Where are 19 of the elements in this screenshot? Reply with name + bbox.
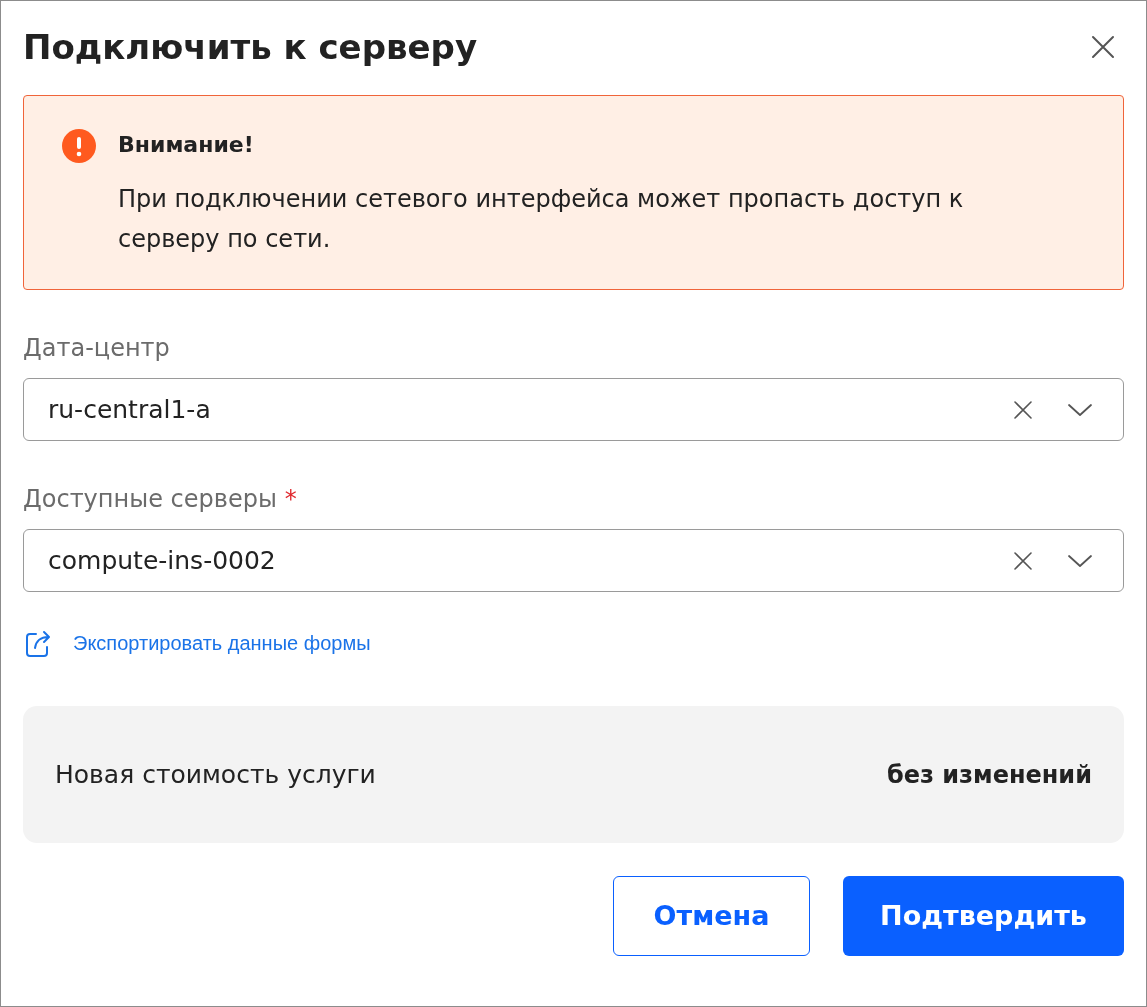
share-icon	[25, 628, 53, 658]
select-value: compute-ins-0002	[48, 544, 277, 577]
field-label: Доступные серверы	[23, 484, 277, 515]
confirm-button[interactable]: Подтвердить	[843, 876, 1124, 956]
export-link[interactable]: Экспортировать данные формы	[23, 628, 371, 658]
alert-text: При подключении сетевого интерфейса может пропасть доступ к серверу по сети.	[118, 184, 965, 255]
dialog-title: Подключить к серверу	[23, 25, 478, 69]
cost-value: без изменений	[886, 759, 1092, 791]
cost-label: Новая стоимость услуги	[55, 758, 376, 791]
select-field[interactable]: ru-central1-a	[23, 378, 1124, 441]
alert-title: Внимание!	[118, 131, 255, 159]
required-mark: *	[284, 484, 297, 515]
chevron-down-icon[interactable]	[1067, 401, 1093, 418]
chevron-down-icon[interactable]	[1067, 552, 1093, 569]
field-label: Дата-центр	[23, 333, 170, 364]
cancel-button[interactable]: Отмена	[613, 876, 810, 956]
select-value: ru-central1-a	[48, 393, 212, 426]
exclamation-icon	[62, 129, 96, 163]
select-field[interactable]: compute-ins-0002	[23, 529, 1124, 592]
